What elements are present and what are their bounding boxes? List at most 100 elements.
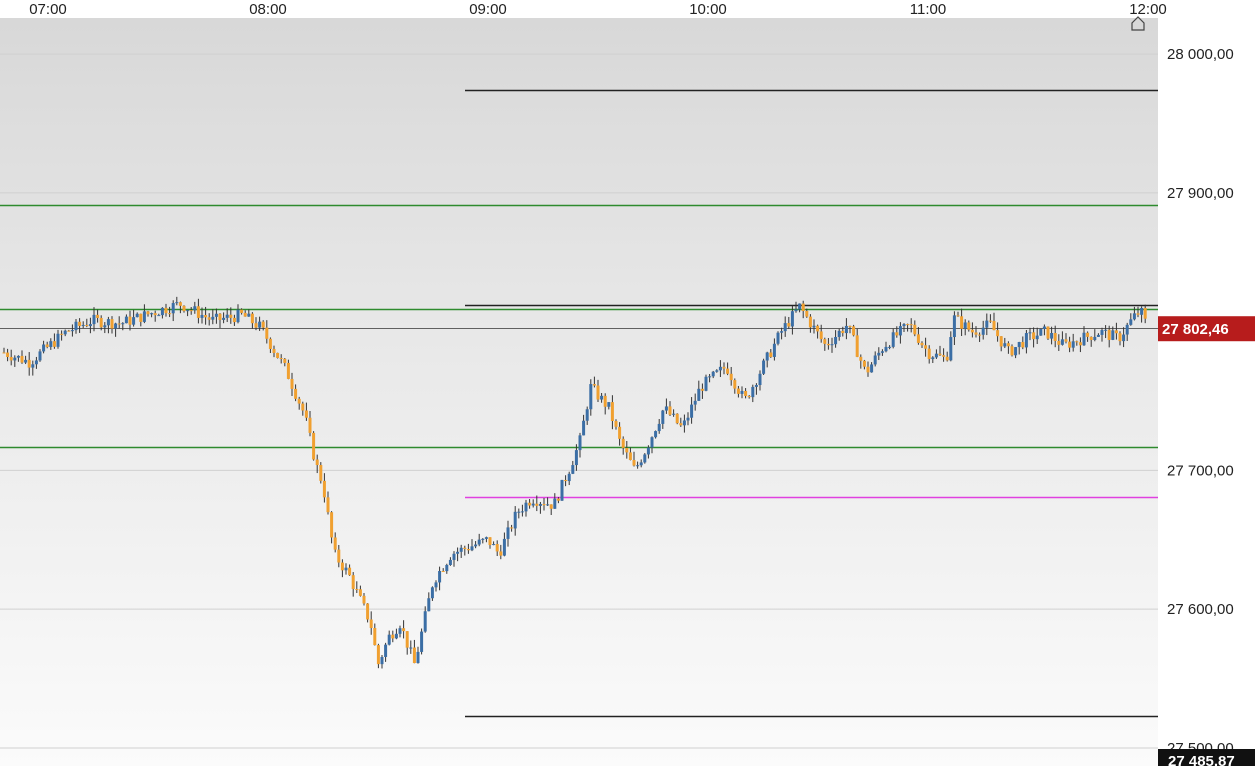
candle-body	[13, 357, 17, 361]
x-tick-label: 09:00	[469, 1, 507, 18]
candle-body	[765, 352, 769, 361]
candle-body	[978, 334, 982, 336]
candle-body	[463, 547, 467, 550]
candle-body	[574, 450, 578, 466]
candle-body	[502, 538, 506, 556]
candle-body	[31, 364, 35, 368]
candle-body	[319, 465, 323, 481]
candle-body	[42, 344, 46, 352]
candle-body	[967, 322, 971, 330]
price-tags: 27 802,46 27 485,87	[1158, 316, 1255, 766]
candle-body	[812, 325, 816, 328]
candle-body	[67, 330, 71, 332]
candle-body	[668, 406, 672, 415]
candle-body	[1122, 334, 1126, 342]
candle-body	[639, 462, 643, 466]
candle-body	[171, 303, 175, 314]
candle-body	[1075, 341, 1079, 343]
candle-body	[844, 325, 848, 334]
candle-body	[16, 355, 20, 358]
candle-body	[333, 537, 337, 550]
candle-body	[808, 316, 812, 328]
candle-body	[286, 362, 290, 379]
candlestick-chart: 07:00 08:00 09:00 10:00 11:00 12:00 28 000,00…	[0, 1, 1255, 766]
candle-body	[1006, 343, 1010, 347]
candle-body	[168, 313, 172, 315]
candle-body	[348, 567, 352, 576]
candle-body	[1136, 313, 1140, 315]
candle-body	[477, 539, 481, 545]
candle-body	[207, 317, 211, 320]
candle-body	[384, 644, 388, 657]
candle-body	[315, 459, 319, 466]
candle	[852, 324, 856, 337]
candle-body	[625, 447, 629, 453]
candle-body	[805, 311, 809, 317]
candle-body	[690, 404, 694, 418]
candle-body	[535, 503, 539, 506]
candle-body	[708, 376, 712, 378]
candle-body	[528, 502, 532, 506]
candle-body	[578, 435, 582, 451]
candle-body	[657, 423, 661, 432]
candle-body	[9, 357, 13, 361]
candle-body	[132, 317, 136, 325]
candle-body	[794, 309, 798, 312]
candle-body	[866, 366, 870, 373]
candle-body	[1140, 308, 1144, 315]
candle-body	[1107, 329, 1111, 340]
candle-body	[135, 313, 139, 318]
candle-body	[1042, 326, 1046, 329]
candle-body	[24, 359, 28, 363]
candle-body	[193, 306, 197, 311]
low-price-label: 27 485,87	[1168, 753, 1235, 766]
candle-body	[686, 417, 690, 421]
candle-body	[974, 332, 978, 335]
candle-body	[394, 633, 398, 639]
candle-body	[675, 413, 679, 424]
candle-body	[819, 331, 823, 340]
candle-body	[232, 317, 236, 323]
candle-body	[164, 307, 168, 314]
candle-body	[520, 511, 524, 513]
candle-body	[247, 313, 251, 317]
candle-body	[1021, 342, 1025, 348]
candle-body	[1064, 339, 1068, 342]
candle-body	[715, 370, 719, 372]
candle-body	[340, 562, 344, 571]
candle-body	[434, 582, 438, 588]
candle-body	[1114, 330, 1118, 334]
candle-body	[754, 385, 758, 387]
candle-body	[1010, 346, 1014, 356]
candle-body	[160, 307, 164, 316]
candle-body	[294, 388, 298, 399]
x-tick-label: 10:00	[689, 1, 727, 18]
candle-body	[114, 323, 118, 329]
candle-body	[38, 351, 42, 361]
candle-body	[571, 465, 575, 474]
candle-body	[308, 417, 312, 433]
candle-body	[211, 316, 215, 320]
candle-body	[816, 325, 820, 332]
candle-body	[618, 426, 622, 439]
candle-body	[870, 364, 874, 373]
candle-body	[1125, 324, 1129, 335]
candle-body	[258, 321, 262, 328]
y-tick-label: 28 000,00	[1167, 46, 1234, 63]
candle-body	[481, 538, 485, 540]
candle-body	[189, 310, 193, 312]
candle-body	[758, 373, 762, 386]
candle-body	[2, 352, 6, 354]
candle-body	[762, 360, 766, 374]
candle-body	[988, 320, 992, 322]
candle-body	[1053, 333, 1057, 341]
candle-body	[265, 327, 269, 339]
candle-body	[355, 588, 359, 590]
candle-body	[362, 595, 366, 604]
candle-body	[790, 311, 794, 327]
candle-body	[186, 310, 190, 312]
candle-body	[1118, 333, 1122, 342]
candle-body	[636, 465, 640, 467]
candle-body	[924, 345, 928, 349]
candle-body	[1024, 333, 1028, 348]
